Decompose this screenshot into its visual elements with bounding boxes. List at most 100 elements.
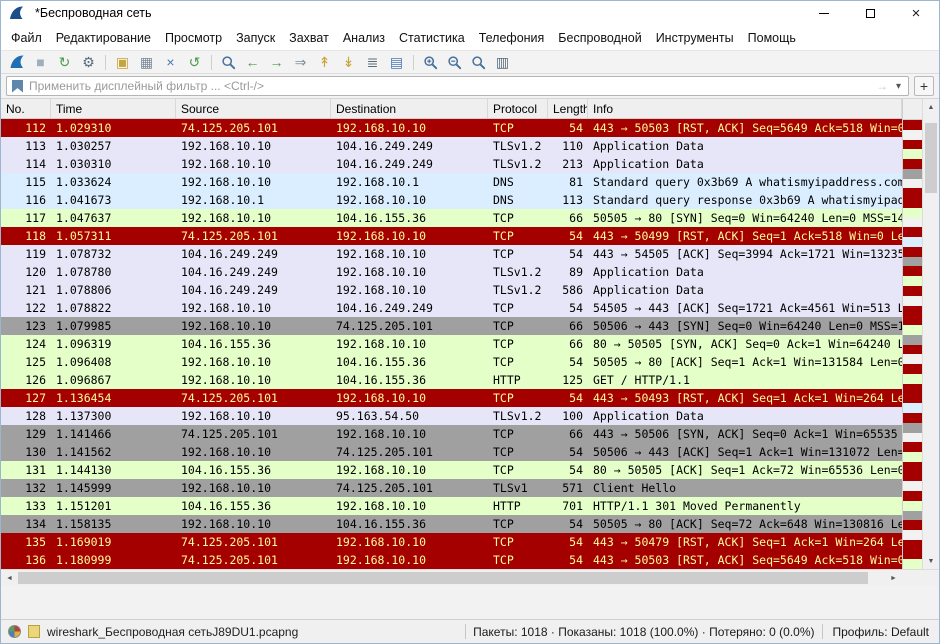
packet-row-124[interactable]: 1241.096319104.16.155.36192.168.10.10TCP…	[1, 335, 902, 353]
cell-info: 443 → 50506 [SYN, ACK] Seq=0 Ack=1 Win=6…	[588, 425, 902, 443]
zoom-out-button[interactable]	[443, 52, 466, 72]
packet-row-134[interactable]: 1341.158135192.168.10.10104.16.155.36TCP…	[1, 515, 902, 533]
packet-row-121[interactable]: 1211.078806104.16.249.249192.168.10.10TL…	[1, 281, 902, 299]
resize-columns-button[interactable]: ▥	[491, 52, 514, 72]
zoom-in-button[interactable]	[419, 52, 442, 72]
vertical-scrollbar[interactable]: ▲ ▼	[922, 99, 939, 569]
menu-wireless[interactable]: Беспроводной	[551, 28, 648, 48]
window-minimize-button[interactable]	[801, 1, 847, 25]
auto-scroll-button[interactable]: ≣	[361, 52, 384, 72]
go-last-button[interactable]: ↡	[337, 52, 360, 72]
cell-no: 113	[1, 137, 51, 155]
menu-file[interactable]: Файл	[4, 28, 49, 48]
display-filter-field[interactable]: → ▾	[6, 76, 909, 96]
colorize-packets-button[interactable]: ▤	[385, 52, 408, 72]
packet-row-132[interactable]: 1321.145999192.168.10.1074.125.205.101TL…	[1, 479, 902, 497]
filter-expression-dropdown-icon[interactable]: ▾	[894, 81, 903, 92]
packet-row-123[interactable]: 1231.079985192.168.10.1074.125.205.101TC…	[1, 317, 902, 335]
zoom-original-button[interactable]	[467, 52, 490, 72]
menu-help[interactable]: Помощь	[741, 28, 803, 48]
window-close-button[interactable]: ×	[893, 1, 939, 25]
open-file-button[interactable]: ▣	[111, 52, 134, 72]
window-maximize-button[interactable]	[847, 1, 893, 25]
column-header-length[interactable]: Length	[548, 99, 588, 118]
start-capture-button[interactable]	[5, 52, 28, 72]
cell-length: 113	[548, 191, 588, 209]
menu-view[interactable]: Просмотр	[158, 28, 229, 48]
filter-apply-icon[interactable]: →	[876, 79, 888, 93]
column-header-time[interactable]: Time	[51, 99, 176, 118]
go-to-packet-button[interactable]: ⇒	[289, 52, 312, 72]
packet-row-129[interactable]: 1291.14146674.125.205.101192.168.10.10TC…	[1, 425, 902, 443]
packet-row-120[interactable]: 1201.078780104.16.249.249192.168.10.10TL…	[1, 263, 902, 281]
cell-destination: 192.168.10.10	[331, 533, 488, 551]
go-forward-button[interactable]: →	[265, 52, 288, 72]
packet-row-128[interactable]: 1281.137300192.168.10.1095.163.54.50TLSv…	[1, 407, 902, 425]
cell-time: 1.057311	[51, 227, 176, 245]
packet-row-116[interactable]: 1161.041673192.168.10.1192.168.10.10DNS1…	[1, 191, 902, 209]
minimap-stripe	[903, 393, 922, 403]
packet-row-115[interactable]: 1151.033624192.168.10.10192.168.10.1DNS8…	[1, 173, 902, 191]
scroll-left-arrow[interactable]: ◄	[1, 570, 18, 586]
capture-comment-icon[interactable]	[28, 625, 40, 638]
packet-row-117[interactable]: 1171.047637192.168.10.10104.16.155.36TCP…	[1, 209, 902, 227]
menu-analyze[interactable]: Анализ	[336, 28, 392, 48]
expert-info-icon[interactable]	[8, 625, 21, 638]
packet-row-131[interactable]: 1311.144130104.16.155.36192.168.10.10TCP…	[1, 461, 902, 479]
column-header-source[interactable]: Source	[176, 99, 331, 118]
menu-go[interactable]: Запуск	[229, 28, 282, 48]
minimap-stripe	[903, 218, 922, 228]
reload-file-button[interactable]: ↺	[183, 52, 206, 72]
menu-edit[interactable]: Редактирование	[49, 28, 158, 48]
display-filter-input[interactable]	[29, 79, 870, 93]
scroll-down-arrow[interactable]: ▼	[923, 553, 939, 569]
packet-row-136[interactable]: 1361.18099974.125.205.101192.168.10.10TC…	[1, 551, 902, 569]
horizontal-scrollbar-thumb[interactable]	[18, 572, 868, 584]
capture-options-button[interactable]: ⚙	[77, 52, 100, 72]
packet-row-135[interactable]: 1351.16901974.125.205.101192.168.10.10TC…	[1, 533, 902, 551]
packet-row-113[interactable]: 1131.030257192.168.10.10104.16.249.249TL…	[1, 137, 902, 155]
cell-length: 89	[548, 263, 588, 281]
packet-list[interactable]: 1121.02931074.125.205.101192.168.10.10TC…	[1, 119, 902, 569]
packet-row-130[interactable]: 1301.141562192.168.10.1074.125.205.101TC…	[1, 443, 902, 461]
scroll-right-arrow[interactable]: ►	[885, 570, 902, 586]
menu-telephony[interactable]: Телефония	[472, 28, 552, 48]
cell-destination: 192.168.10.10	[331, 389, 488, 407]
packet-row-127[interactable]: 1271.13645474.125.205.101192.168.10.10TC…	[1, 389, 902, 407]
add-filter-button[interactable]: +	[914, 76, 934, 96]
cell-protocol: TCP	[488, 443, 548, 461]
scroll-up-arrow[interactable]: ▲	[923, 99, 939, 115]
packet-row-118[interactable]: 1181.05731174.125.205.101192.168.10.10TC…	[1, 227, 902, 245]
minimap-stripe	[903, 315, 922, 325]
filter-bookmark-icon[interactable]	[12, 80, 23, 93]
packet-row-122[interactable]: 1221.078822192.168.10.10104.16.249.249TC…	[1, 299, 902, 317]
find-packet-button[interactable]	[217, 52, 240, 72]
packet-row-133[interactable]: 1331.151201104.16.155.36192.168.10.10HTT…	[1, 497, 902, 515]
horizontal-scrollbar[interactable]: ◄ ►	[1, 570, 902, 586]
cell-protocol: TLSv1.2	[488, 137, 548, 155]
packet-row-119[interactable]: 1191.078732104.16.249.249192.168.10.10TC…	[1, 245, 902, 263]
packet-row-112[interactable]: 1121.02931074.125.205.101192.168.10.10TC…	[1, 119, 902, 137]
restart-capture-button[interactable]: ↻	[53, 52, 76, 72]
close-icon: ×	[912, 6, 921, 21]
packet-minimap[interactable]	[902, 99, 922, 569]
menu-statistics[interactable]: Статистика	[392, 28, 472, 48]
packet-row-114[interactable]: 1141.030310192.168.10.10104.16.249.249TL…	[1, 155, 902, 173]
column-header-protocol[interactable]: Protocol	[488, 99, 548, 118]
packet-row-125[interactable]: 1251.096408192.168.10.10104.16.155.36TCP…	[1, 353, 902, 371]
stop-capture-button[interactable]: ■	[29, 52, 52, 72]
column-header-destination[interactable]: Destination	[331, 99, 488, 118]
go-first-button[interactable]: ↟	[313, 52, 336, 72]
column-header-info[interactable]: Info	[588, 99, 902, 118]
column-header-no[interactable]: No.	[1, 99, 51, 118]
scrollbar-corner	[902, 570, 939, 586]
menu-capture[interactable]: Захват	[282, 28, 336, 48]
vertical-scrollbar-thumb[interactable]	[925, 123, 937, 193]
packet-row-126[interactable]: 1261.096867192.168.10.10104.16.155.36HTT…	[1, 371, 902, 389]
cell-protocol: TCP	[488, 245, 548, 263]
save-file-button[interactable]: ▦	[135, 52, 158, 72]
close-file-button[interactable]: ×	[159, 52, 182, 72]
go-back-button[interactable]: ←	[241, 52, 264, 72]
menu-tools[interactable]: Инструменты	[649, 28, 741, 48]
status-profile[interactable]: Профиль: Default	[830, 625, 933, 639]
